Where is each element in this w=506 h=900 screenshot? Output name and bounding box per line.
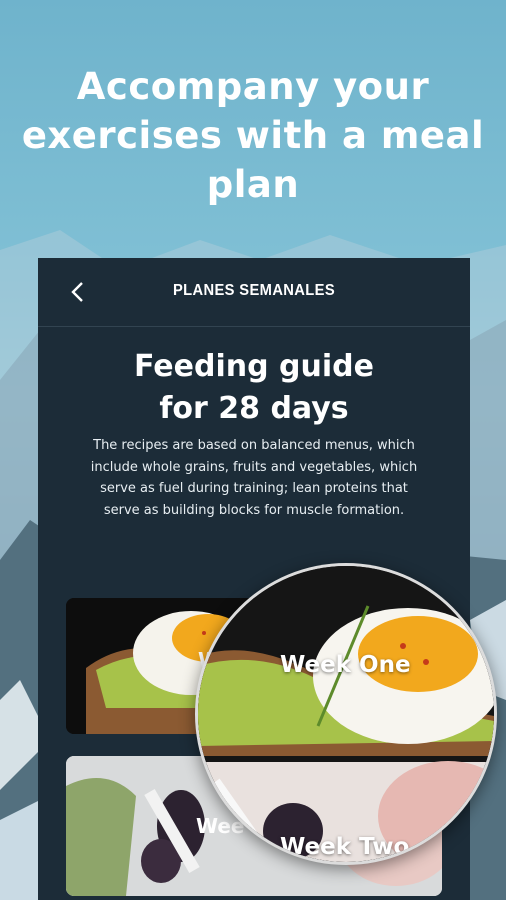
magnifier-overlay: Week One Week Two [195, 563, 497, 865]
week-two-label: Week Two [280, 834, 410, 860]
magnified-food-image [198, 566, 494, 862]
page-title-line-2: for 28 days [159, 391, 349, 426]
header-title: PLANES SEMANALES [172, 282, 336, 299]
promo-headline: Accompany your exercises with a meal pla… [0, 62, 506, 209]
app-bar: PLANES SEMANALES [38, 258, 470, 327]
page-title-line-1: Feeding guide [134, 349, 374, 384]
page-title: Feeding guide for 28 days [38, 346, 470, 430]
promo-line-1: Accompany your [76, 65, 430, 108]
promo-line-3: plan [206, 163, 300, 206]
description-text: The recipes are based on balanced menus,… [90, 438, 418, 518]
week-one-label: Week One [280, 652, 411, 678]
promo-line-2: exercises with a meal [21, 114, 485, 157]
